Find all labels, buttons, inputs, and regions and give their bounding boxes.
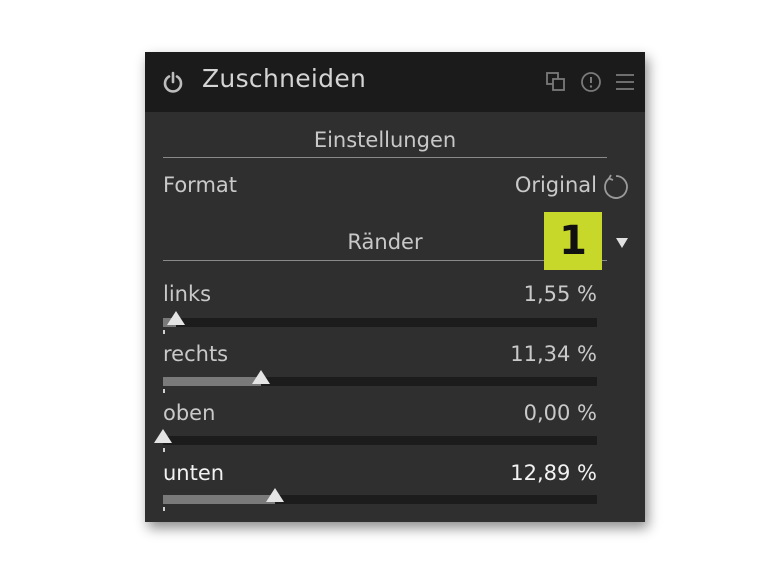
step-badge: 1 [544,212,602,270]
slider-top[interactable] [154,429,597,445]
slider-tick [163,507,165,511]
menu-icon[interactable] [614,71,636,93]
slider-value-left[interactable]: 1,55 % [524,282,597,306]
reset-icon[interactable] [601,172,631,202]
slider-tick [163,389,165,393]
margins-divider [163,260,607,261]
collapse-triangle-icon[interactable] [615,235,629,249]
slider-value-right[interactable]: 11,34 % [510,342,597,366]
slider-label-right: rechts [163,342,229,366]
slider-thumb[interactable] [266,488,284,502]
margins-section-title[interactable]: Ränder [163,230,607,254]
slider-label-bottom: unten [163,461,225,485]
slider-right[interactable] [163,370,597,386]
format-label: Format [163,173,238,197]
crop-module-panel: Zuschneiden Einstellungen Format Origina… [145,52,645,522]
slider-bottom[interactable] [163,488,597,504]
slider-tick [163,330,165,334]
slider-fill [163,495,275,504]
slider-tick [163,448,165,452]
slider-value-bottom[interactable]: 12,89 % [510,461,597,485]
slider-thumb[interactable] [252,370,270,384]
slider-thumb[interactable] [154,429,172,443]
slider-fill [163,377,261,386]
slider-value-top[interactable]: 0,00 % [524,401,597,425]
slider-thumb[interactable] [167,311,185,325]
format-select[interactable]: Original [515,173,597,197]
settings-section-title[interactable]: Einstellungen [163,128,607,152]
power-icon[interactable] [162,71,184,93]
module-header[interactable]: Zuschneiden [145,52,645,112]
presets-icon[interactable] [545,71,567,93]
module-title: Zuschneiden [202,64,367,93]
slider-label-left: links [163,282,212,306]
settings-divider [163,157,607,158]
slider-left[interactable] [163,311,597,327]
info-icon[interactable] [580,71,602,93]
slider-label-top: oben [163,401,216,425]
